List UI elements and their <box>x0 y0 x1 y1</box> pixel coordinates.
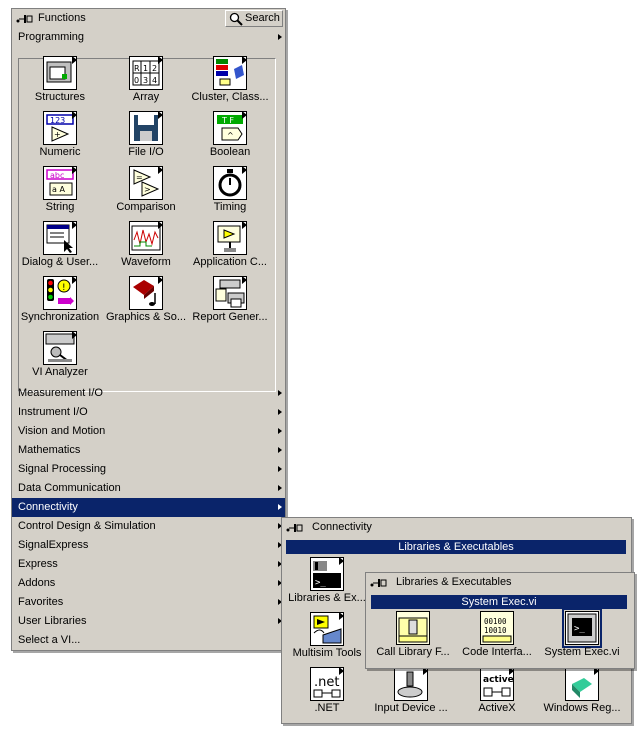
svg-text:R: R <box>134 64 140 73</box>
svg-text:+: + <box>54 130 61 139</box>
submenu-arrow-icon <box>278 504 282 510</box>
pushpin-icon[interactable] <box>16 14 34 24</box>
palette-title: Functions <box>38 12 86 24</box>
svg-text:abc: abc <box>50 171 64 180</box>
category-measurement-io[interactable]: Measurement I/O <box>12 384 285 403</box>
category-programming[interactable]: Programming <box>12 28 285 47</box>
tile-code-interface-node[interactable]: 00100 10010 Code Interfa... <box>452 609 542 664</box>
call-library-icon <box>396 611 430 645</box>
tile-timing[interactable]: Timing <box>185 164 275 219</box>
tile-waveform[interactable]: Waveform <box>101 219 191 274</box>
svg-text:=: = <box>136 173 143 182</box>
search-label: Search <box>245 12 280 24</box>
libraries-executables-palette: Libraries & Executables System Exec.vi C… <box>365 572 635 669</box>
tile-boolean[interactable]: T F ^ Boolean <box>185 109 275 164</box>
svg-text:00100: 00100 <box>484 617 507 626</box>
pushpin-icon[interactable] <box>286 523 304 533</box>
pushpin-icon[interactable] <box>370 578 388 588</box>
svg-text:!: ! <box>62 283 66 293</box>
tile-activex[interactable]: activeX ActiveX <box>452 665 542 720</box>
tile-file-io[interactable]: File I/O <box>101 109 191 164</box>
category-select-a-vi[interactable]: Select a VI... <box>12 631 285 650</box>
tile-libraries-executables[interactable]: >_ Libraries & Ex... <box>282 555 372 610</box>
tile-numeric[interactable]: 123 + Numeric <box>15 109 105 164</box>
svg-text:0: 0 <box>134 76 139 85</box>
system-exec-icon: >_ <box>562 608 602 648</box>
tile-vi-analyzer[interactable]: VI Analyzer <box>15 329 105 384</box>
connectivity-titlebar[interactable]: Connectivity <box>282 518 631 538</box>
tile-application-control[interactable]: Application C... <box>185 219 275 274</box>
svg-text:3: 3 <box>143 76 148 85</box>
submenu-arrow-icon <box>278 466 282 472</box>
libexec-titlebar[interactable]: Libraries & Executables <box>366 573 634 593</box>
section-header: Libraries & Executables <box>286 540 626 554</box>
svg-text:a A: a A <box>52 185 65 194</box>
tile-string[interactable]: abc a A String <box>15 164 105 219</box>
svg-text:1: 1 <box>143 64 148 73</box>
submenu-arrow-icon <box>278 485 282 491</box>
category-instrument-io[interactable]: Instrument I/O <box>12 403 285 422</box>
category-addons[interactable]: Addons <box>12 574 285 593</box>
category-connectivity[interactable]: Connectivity <box>12 498 285 517</box>
svg-text:T F: T F <box>221 116 234 125</box>
tile-synchronization[interactable]: ! Synchronization <box>15 274 105 329</box>
submenu-arrow-icon <box>278 447 282 453</box>
category-control-design-simulation[interactable]: Control Design & Simulation <box>12 517 285 536</box>
svg-text:10010: 10010 <box>484 626 507 635</box>
tile-graphics-sound[interactable]: Graphics & So... <box>101 274 191 329</box>
tile-input-device[interactable]: Input Device ... <box>366 665 456 720</box>
tile-cluster-class[interactable]: Cluster, Class... <box>185 54 275 109</box>
section-header: System Exec.vi <box>371 595 627 609</box>
functions-palette: Functions Search Programming Structures … <box>11 8 286 651</box>
tile-structures[interactable]: Structures <box>15 54 105 109</box>
svg-text:123: 123 <box>50 116 65 125</box>
category-mathematics[interactable]: Mathematics <box>12 441 285 460</box>
tile-windows-registry[interactable]: Windows Reg... <box>537 665 627 720</box>
tile-system-exec[interactable]: >_ System Exec.vi <box>537 608 627 664</box>
category-express[interactable]: Express <box>12 555 285 574</box>
tile-array[interactable]: R12034 Array <box>101 54 191 109</box>
category-data-communication[interactable]: Data Communication <box>12 479 285 498</box>
palette-title: Libraries & Executables <box>396 576 512 588</box>
magnifier-icon <box>229 12 243 26</box>
code-interface-icon: 00100 10010 <box>480 611 514 645</box>
tile-report-generation[interactable]: Report Gener... <box>185 274 275 329</box>
svg-text:>_: >_ <box>574 624 585 634</box>
submenu-arrow-icon <box>278 34 282 40</box>
svg-text:4: 4 <box>152 76 157 85</box>
svg-text:2: 2 <box>152 64 157 73</box>
tile-dialog-user[interactable]: Dialog & User... <box>15 219 105 274</box>
category-favorites[interactable]: Favorites <box>12 593 285 612</box>
tile-dotnet[interactable]: .net .NET <box>282 665 372 720</box>
palette-title: Connectivity <box>312 521 372 533</box>
category-signalexpress[interactable]: SignalExpress <box>12 536 285 555</box>
svg-text:^: ^ <box>227 131 234 140</box>
functions-titlebar[interactable]: Functions Search <box>12 9 285 29</box>
svg-text:>_: >_ <box>315 578 326 588</box>
svg-text:>: > <box>144 185 151 194</box>
tile-call-library-function[interactable]: Call Library F... <box>368 609 458 664</box>
submenu-arrow-icon <box>278 409 282 415</box>
category-user-libraries[interactable]: User Libraries <box>12 612 285 631</box>
submenu-arrow-icon <box>278 428 282 434</box>
svg-text:activeX: activeX <box>483 675 513 685</box>
tile-comparison[interactable]: = > Comparison <box>101 164 191 219</box>
category-signal-processing[interactable]: Signal Processing <box>12 460 285 479</box>
search-button[interactable]: Search <box>225 10 283 27</box>
svg-text:.net: .net <box>314 675 339 690</box>
category-vision-motion[interactable]: Vision and Motion <box>12 422 285 441</box>
submenu-arrow-icon <box>278 390 282 396</box>
tile-multisim-tools[interactable]: Multisim Tools <box>282 610 372 665</box>
